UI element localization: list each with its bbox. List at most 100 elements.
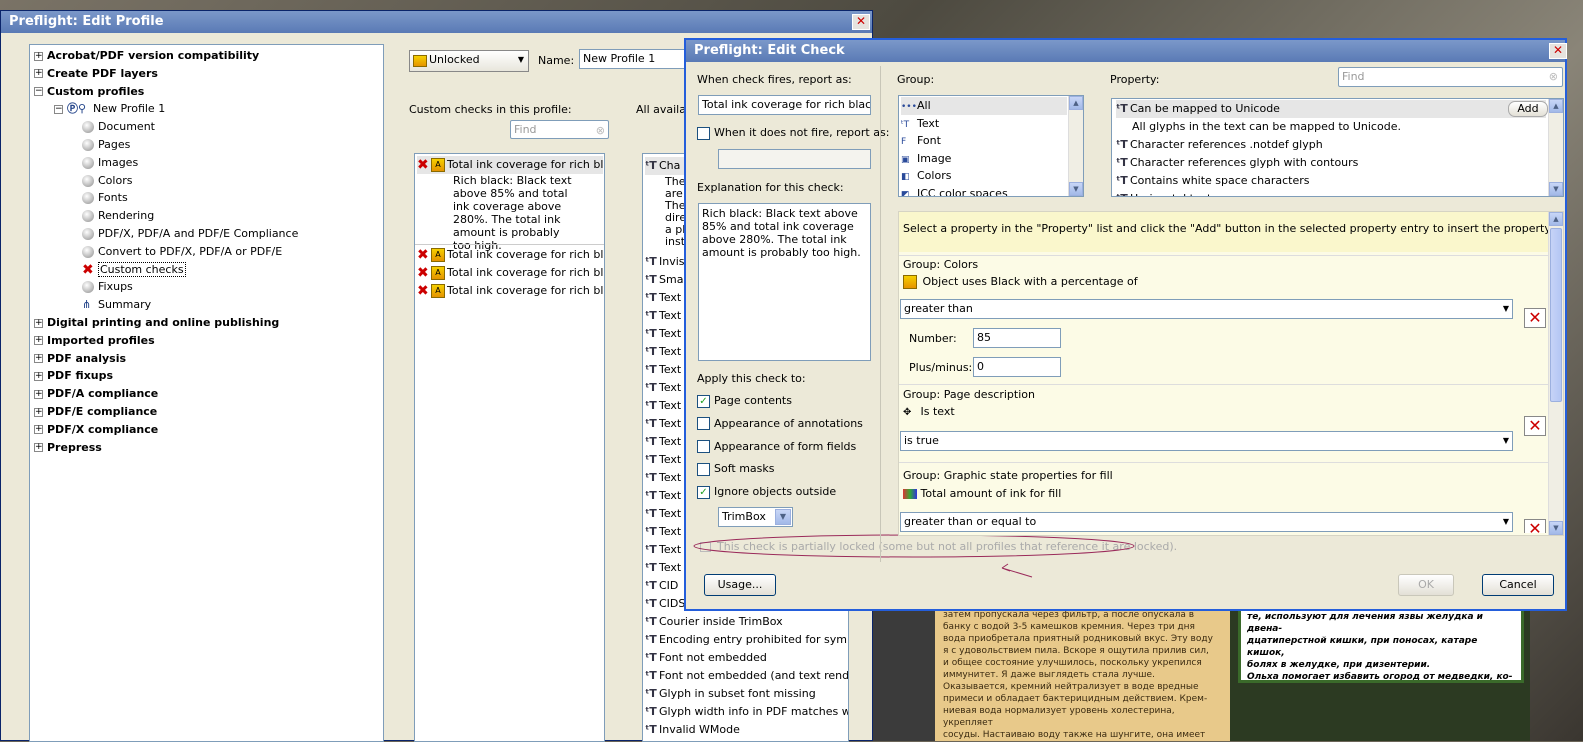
expand-icon[interactable]: + <box>34 443 43 453</box>
available-check-item[interactable]: ᵗT Font not embedded (and text rende <box>645 667 848 685</box>
operator-select[interactable]: is true ▼ <box>900 431 1513 451</box>
available-check-item[interactable]: ᵗT Encoding entry prohibited for symbo <box>645 631 848 649</box>
checkbox[interactable] <box>697 440 710 454</box>
available-check-item[interactable]: ᵗT Smal <box>645 271 687 289</box>
profile-name-input[interactable]: New Profile 1 <box>579 49 689 69</box>
expand-icon[interactable]: + <box>34 425 43 435</box>
tree-item[interactable]: + Imported profiles <box>34 332 155 350</box>
group-item[interactable]: ▣ Image <box>901 150 1067 168</box>
remove-condition-button[interactable]: ✕ <box>1524 416 1546 436</box>
tree-item[interactable]: Fixups <box>82 278 133 296</box>
tolerance-input[interactable]: 0 <box>973 357 1061 377</box>
conditions-scrollbar[interactable]: ▲ ▼ <box>1548 212 1563 535</box>
property-item[interactable]: ᵗT Character references .notdef glyph <box>1116 136 1323 154</box>
custom-check-item[interactable]: ✖ATotal ink coverage for rich black <box>417 246 604 264</box>
checkbox-checked[interactable]: ✓ <box>697 485 710 499</box>
available-check-item[interactable]: ᵗT Text <box>645 397 681 415</box>
group-scrollbar[interactable]: ▲ ▼ <box>1068 96 1083 196</box>
available-check-item[interactable]: ᵗT Text <box>645 433 681 451</box>
tree-item[interactable]: + PDF/E compliance <box>34 403 157 421</box>
not-fire-row[interactable]: When it does not fire, report as: <box>697 126 889 140</box>
available-check-item[interactable]: ᵗT Text <box>645 559 681 577</box>
available-check-item[interactable]: ᵗT Glyph in subset font missing <box>645 685 816 703</box>
property-item[interactable]: ᵗTHorizontal text <box>1116 190 1211 196</box>
available-check-item[interactable]: ᵗT Text <box>645 361 681 379</box>
available-check-item[interactable]: ᵗT Text <box>645 451 681 469</box>
tree-item[interactable]: ⋔ Summary <box>82 296 151 314</box>
tree-item[interactable]: + PDF analysis <box>34 350 126 368</box>
box-select[interactable]: TrimBox ▼ <box>718 507 793 527</box>
checkbox-checked[interactable]: ✓ <box>697 394 710 408</box>
group-item[interactable]: •••All <box>901 97 1067 115</box>
operator-select[interactable]: greater than ▼ <box>900 299 1513 319</box>
available-check-item[interactable]: ᵗT Invis <box>645 253 685 271</box>
tree-item[interactable]: Fonts <box>82 189 128 207</box>
custom-check-item[interactable]: ✖ATotal ink coverage for rich black <box>417 282 604 300</box>
available-check-item[interactable]: ᵗT Font not embedded <box>645 649 767 667</box>
clear-icon[interactable]: ⊗ <box>596 122 605 138</box>
remove-condition-button[interactable]: ✕ <box>1524 519 1546 535</box>
available-check-item[interactable]: ᵗT Text <box>645 415 681 433</box>
custom-check-item[interactable]: ✖ATotal ink coverage for rich black <box>417 264 604 282</box>
tree-item[interactable]: + Prepress <box>34 439 102 457</box>
checkbox[interactable] <box>697 462 710 476</box>
collapse-icon[interactable]: − <box>34 87 43 97</box>
property-list[interactable]: ᵗT Can be mapped to Unicode All glyphs in … <box>1111 98 1564 197</box>
not-fire-input[interactable] <box>718 149 871 169</box>
available-check-item[interactable]: ᵗT Text <box>645 289 681 307</box>
tree-item[interactable]: Colors <box>82 172 132 190</box>
available-check-item[interactable]: ᵗT Text <box>645 505 681 523</box>
available-check-item[interactable]: ᵗT Text <box>645 523 681 541</box>
group-item[interactable]: ᵗT Text <box>901 115 1067 133</box>
tree-item[interactable]: + Create PDF layers <box>34 65 158 83</box>
group-list[interactable]: •••All ᵗT Text F Font ▣ Image ◧ Colors ◩ ICC color… <box>898 95 1084 197</box>
collapse-icon[interactable]: − <box>54 104 63 114</box>
apply-option[interactable]: Appearance of annotations <box>697 417 863 431</box>
expand-icon[interactable]: + <box>34 336 43 346</box>
tree-item[interactable]: − Custom profiles <box>34 83 144 101</box>
expand-icon[interactable]: + <box>34 51 43 61</box>
available-check-item[interactable]: ᵗT Text <box>645 343 681 361</box>
expand-icon[interactable]: + <box>34 69 43 79</box>
scroll-thumb[interactable] <box>1550 228 1562 402</box>
lock-state-dropdown[interactable]: Unlocked ▼ <box>409 50 529 72</box>
available-check-item[interactable]: ᵗT Text <box>645 541 681 559</box>
tree-item[interactable]: Images <box>82 154 138 172</box>
custom-checks-list[interactable]: ✖ATotal ink coverage for rich blackRich … <box>414 153 605 742</box>
expand-icon[interactable]: + <box>34 354 43 364</box>
operator-select[interactable]: greater than or equal to ▼ <box>900 512 1513 532</box>
available-check-item[interactable]: ᵗT Text <box>645 325 681 343</box>
remove-condition-button[interactable]: ✕ <box>1524 308 1546 328</box>
number-input[interactable]: 85 <box>973 328 1061 348</box>
close-button[interactable]: ✕ <box>852 14 870 30</box>
property-item[interactable]: ᵗT Can be mapped to Unicode <box>1116 100 1546 118</box>
tree-item[interactable]: + Acrobat/PDF version compatibility <box>34 47 259 65</box>
tree-item[interactable]: Document <box>82 118 155 136</box>
expand-icon[interactable]: + <box>34 407 43 417</box>
tree-item[interactable]: − Ⓟ⚲ New Profile 1 <box>54 100 165 118</box>
available-check-item[interactable]: ᵗT Text <box>645 379 681 397</box>
apply-option[interactable]: Soft masks <box>697 462 775 476</box>
close-button[interactable]: ✕ <box>1549 43 1567 59</box>
expand-icon[interactable]: + <box>34 389 43 399</box>
property-item[interactable]: ᵗT Contains white space characters <box>1116 172 1309 190</box>
usage-button[interactable]: Usage... <box>704 574 776 596</box>
group-item[interactable]: ◩ ICC color spaces <box>901 185 1067 196</box>
available-check-item[interactable]: ᵗT Glyph width info in PDF matches wid <box>645 703 848 721</box>
apply-option[interactable]: ✓ Ignore objects outside <box>697 485 836 499</box>
group-item[interactable]: F Font <box>901 132 1067 150</box>
ok-button[interactable]: OK <box>1398 574 1454 596</box>
tree-item[interactable]: + PDF fixups <box>34 367 113 385</box>
available-check-item[interactable]: ᵗT Courier inside TrimBox <box>645 613 783 631</box>
clear-icon[interactable]: ⊗ <box>1549 68 1558 86</box>
tree-item[interactable]: Pages <box>82 136 130 154</box>
add-button[interactable]: Add <box>1508 101 1548 117</box>
tree-item[interactable]: + Digital printing and online publishing <box>34 314 279 332</box>
tree-item[interactable]: Rendering <box>82 207 154 225</box>
available-check-item[interactable]: ᵗT Text <box>645 487 681 505</box>
available-check-item[interactable]: ᵗT Invalid WMode <box>645 721 740 739</box>
available-check-item[interactable]: ᵗT Text <box>645 307 681 325</box>
expand-icon[interactable]: + <box>34 318 43 328</box>
available-check-item[interactable]: ᵗT Text <box>645 469 681 487</box>
tree-item[interactable]: PDF/X, PDF/A and PDF/E Compliance <box>82 225 298 243</box>
